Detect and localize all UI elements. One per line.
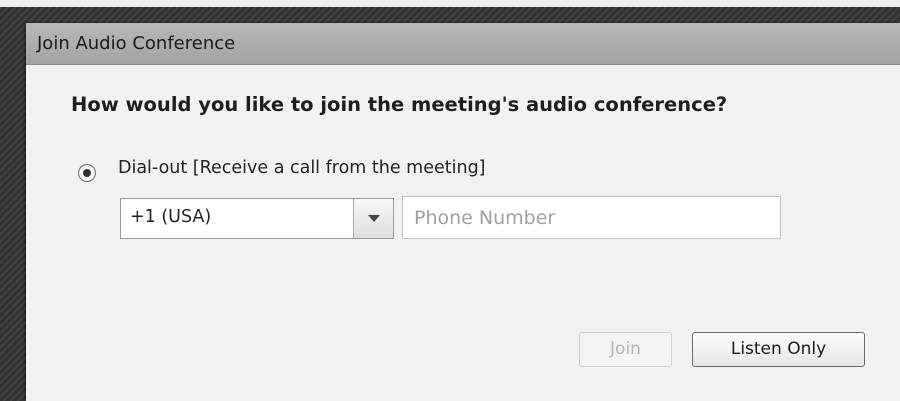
dial-out-label[interactable]: Dial-out [Receive a call from the meetin…	[118, 158, 486, 178]
question-heading: How would you like to join the meeting's…	[71, 93, 728, 116]
country-code-value: +1 (USA)	[130, 207, 212, 227]
country-code-select[interactable]: +1 (USA)	[120, 198, 394, 239]
dial-out-radio[interactable]	[78, 164, 96, 182]
radio-selected-icon	[83, 169, 91, 177]
listen-only-button[interactable]: Listen Only	[692, 332, 865, 367]
chevron-down-icon	[368, 215, 380, 222]
dialog-titlebar[interactable]: Join Audio Conference	[26, 23, 900, 65]
join-audio-dialog: Join Audio Conference How would you like…	[26, 23, 900, 401]
country-code-dropdown-button[interactable]	[353, 199, 393, 238]
phone-number-input[interactable]	[402, 196, 781, 239]
background-band	[0, 0, 900, 7]
dialog-title: Join Audio Conference	[37, 33, 236, 54]
join-button[interactable]: Join	[579, 332, 672, 367]
